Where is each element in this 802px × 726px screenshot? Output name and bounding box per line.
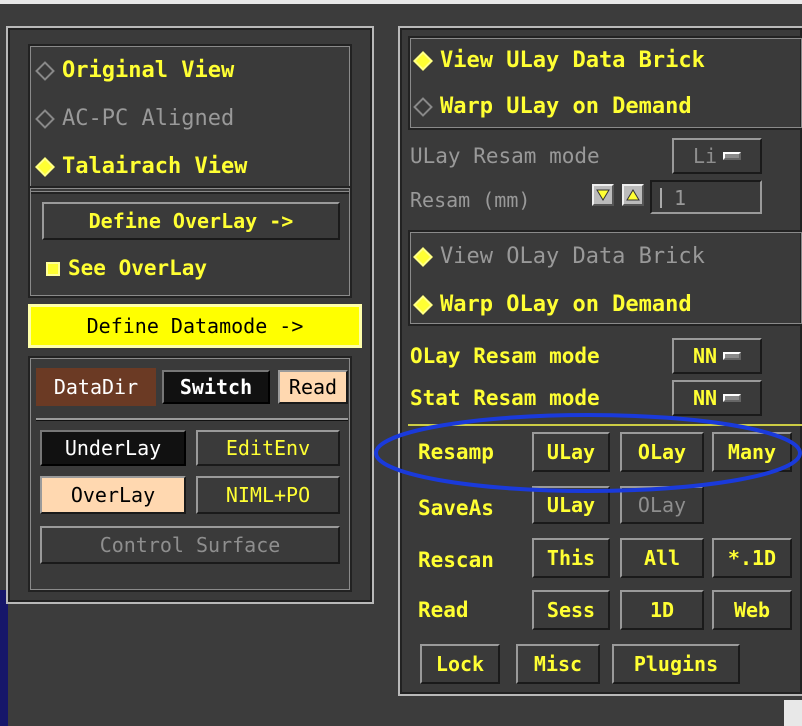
underlay-button[interactable]: UnderLay	[40, 430, 186, 466]
ulay-resam-mode-row: ULay Resam mode	[410, 146, 600, 167]
radio-diamond-icon	[413, 97, 433, 117]
radio-diamond-selected-icon	[413, 295, 433, 315]
original-view-label: Original View	[62, 58, 235, 83]
olay-resam-mode-label: OLay Resam mode	[410, 344, 600, 368]
switch-button[interactable]: Switch	[162, 370, 270, 404]
read-sess-label: Sess	[546, 598, 596, 622]
read-button[interactable]: Read	[278, 370, 348, 404]
view-olay-label: View OLay Data Brick	[440, 244, 705, 269]
niml-po-label: NIML+PO	[225, 483, 311, 507]
rescan-this-label: This	[546, 546, 596, 570]
radio-diamond-icon	[35, 109, 55, 129]
option-menu-icon	[723, 152, 742, 160]
datadir-label: DataDir	[36, 368, 156, 406]
radio-diamond-icon	[35, 61, 55, 81]
olay-resam-mode-value: NN	[692, 344, 718, 368]
ac-pc-aligned-label: AC-PC Aligned	[62, 106, 235, 131]
rescan-this-button[interactable]: This	[532, 538, 610, 578]
left-panel: Original View AC-PC Aligned Talairach Vi…	[6, 26, 374, 604]
plugins-label: Plugins	[633, 652, 719, 676]
view-ulay-data-brick-radio[interactable]: View ULay Data Brick	[410, 50, 705, 72]
define-datamode-button[interactable]: Define Datamode ->	[28, 304, 362, 348]
highlight-ellipse	[374, 413, 802, 493]
define-overlay-label: Define OverLay ->	[88, 209, 294, 233]
radio-diamond-selected-icon	[413, 51, 433, 71]
read-web-label: Web	[733, 598, 771, 622]
data-control-group: DataDir Switch Read UnderLay EditEnv Ove…	[28, 356, 352, 592]
control-surface-button[interactable]: Control Surface	[40, 526, 340, 564]
overlay-label: OverLay	[70, 483, 156, 507]
resam-increment-arrow-icon[interactable]	[622, 184, 644, 206]
define-overlay-button[interactable]: Define OverLay ->	[42, 202, 340, 240]
rescan-1d-button[interactable]: *.1D	[712, 538, 792, 578]
talairach-view-radio[interactable]: Talairach View	[32, 156, 247, 178]
misc-label: Misc	[533, 652, 583, 676]
rescan-all-button[interactable]: All	[620, 538, 704, 578]
stat-resam-mode-row: Stat Resam mode	[410, 388, 600, 409]
checkbox-checked-icon	[46, 262, 60, 276]
resam-mm-label: Resam (mm)	[410, 188, 531, 212]
radio-diamond-selected-icon	[35, 157, 55, 177]
ulay-resam-mode-value: Li	[692, 144, 718, 168]
ulay-resam-mode-menu[interactable]: Li	[672, 138, 762, 174]
ulay-view-group: View ULay Data Brick Warp ULay on Demand	[408, 36, 802, 130]
radio-diamond-selected-icon	[413, 247, 433, 267]
datadir-text: DataDir	[53, 375, 139, 399]
lock-label: Lock	[435, 652, 485, 676]
overlay-group: Define OverLay -> See OverLay	[28, 186, 352, 298]
view-olay-data-brick-radio[interactable]: View OLay Data Brick	[410, 246, 705, 268]
warp-ulay-label: Warp ULay on Demand	[440, 94, 692, 119]
rescan-1d-label: *.1D	[727, 546, 777, 570]
stat-resam-mode-label: Stat Resam mode	[410, 386, 600, 410]
olay-view-group: View OLay Data Brick Warp OLay on Demand	[408, 230, 802, 326]
switch-label: Switch	[179, 375, 253, 399]
stat-resam-mode-value: NN	[692, 386, 718, 410]
resam-mm-input[interactable]: 1	[650, 180, 762, 214]
original-view-radio[interactable]: Original View	[32, 60, 234, 82]
window-corner	[784, 700, 802, 726]
resam-mm-value: 1	[674, 186, 687, 210]
window-top-edge	[0, 0, 802, 4]
define-datamode-label: Define Datamode ->	[86, 314, 304, 338]
option-menu-icon	[723, 394, 742, 402]
olay-resam-mode-menu[interactable]: NN	[672, 338, 762, 374]
underlay-label: UnderLay	[64, 436, 162, 460]
editenv-label: EditEnv	[225, 436, 311, 460]
read-web-button[interactable]: Web	[712, 590, 792, 630]
editenv-button[interactable]: EditEnv	[196, 430, 340, 466]
right-panel: View ULay Data Brick Warp ULay on Demand…	[398, 26, 802, 696]
ulay-resam-mode-label: ULay Resam mode	[410, 144, 600, 168]
read-1d-button[interactable]: 1D	[620, 590, 704, 630]
see-overlay-label: See OverLay	[68, 256, 208, 280]
read-sess-button[interactable]: Sess	[532, 590, 610, 630]
resam-mm-row: Resam (mm)	[410, 190, 530, 210]
rescan-label: Rescan	[418, 548, 494, 572]
lock-button[interactable]: Lock	[420, 644, 500, 684]
divider	[36, 418, 348, 421]
niml-po-button[interactable]: NIML+PO	[196, 476, 340, 514]
warp-ulay-on-demand-radio[interactable]: Warp ULay on Demand	[410, 96, 692, 118]
option-menu-icon	[723, 352, 742, 360]
read-row-label: Read	[418, 598, 469, 622]
ac-pc-aligned-radio[interactable]: AC-PC Aligned	[32, 108, 234, 130]
warp-olay-on-demand-radio[interactable]: Warp OLay on Demand	[410, 294, 692, 316]
rescan-all-label: All	[643, 546, 681, 570]
view-mode-group: Original View AC-PC Aligned Talairach Vi…	[28, 44, 352, 194]
saveas-label: SaveAs	[418, 496, 494, 520]
view-ulay-label: View ULay Data Brick	[440, 48, 705, 73]
control-surface-label: Control Surface	[99, 533, 281, 557]
background-strip	[0, 590, 8, 726]
overlay-button[interactable]: OverLay	[40, 476, 186, 514]
warp-olay-label: Warp OLay on Demand	[440, 292, 692, 317]
olay-resam-mode-row: OLay Resam mode	[410, 346, 600, 367]
talairach-view-label: Talairach View	[62, 154, 248, 179]
read-1d-label: 1D	[649, 598, 675, 622]
text-cursor	[660, 188, 662, 208]
see-overlay-toggle[interactable]: See OverLay	[46, 258, 207, 279]
read-label: Read	[288, 375, 338, 399]
misc-button[interactable]: Misc	[516, 644, 600, 684]
plugins-button[interactable]: Plugins	[612, 644, 740, 684]
resam-decrement-arrow-icon[interactable]	[592, 184, 614, 206]
